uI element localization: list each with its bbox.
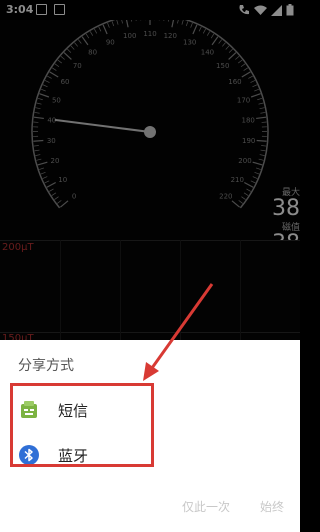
annotation-highlight-box: [10, 383, 154, 467]
always-button[interactable]: 始终: [260, 498, 284, 515]
just-once-button[interactable]: 仅此一次: [182, 498, 230, 515]
sheet-actions: 仅此一次 始终: [182, 498, 284, 515]
share-sheet-title: 分享方式: [18, 358, 74, 374]
